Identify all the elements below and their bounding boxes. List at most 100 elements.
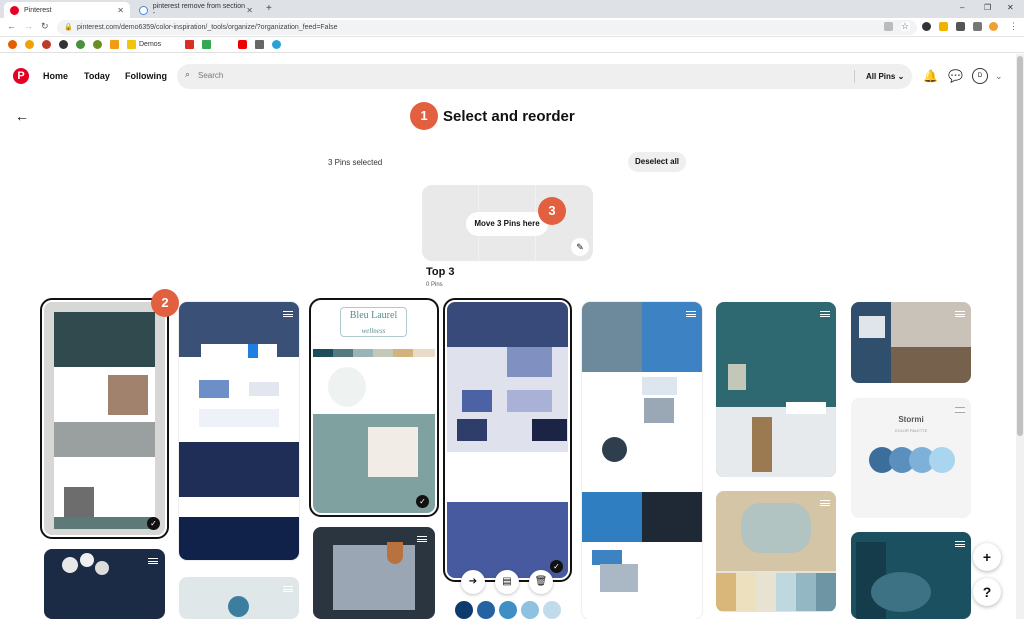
menu-icon[interactable] [283,586,293,592]
pin-card[interactable] [851,532,971,619]
pin-card[interactable]: Bleu Laurel wellness ✓ [309,298,439,517]
search-icon: ⌕ [185,69,191,79]
check-icon: ✓ [416,495,429,508]
avatar[interactable]: D [972,68,988,84]
folder-icon[interactable] [127,40,136,49]
extension-icon[interactable] [956,22,965,31]
pencil-icon[interactable]: ✎ [571,238,589,256]
extension-icon[interactable] [922,22,931,31]
browser-tab-strip: Pinterest ✕ pinterest remove from sectio… [0,0,1024,18]
bookmark-icon[interactable] [272,40,281,49]
bell-icon[interactable]: 🔔 [923,69,938,83]
scrollbar-thumb[interactable] [1017,56,1023,436]
tab-label: pinterest remove from section - [152,3,245,17]
pin-card[interactable] [447,593,568,619]
pin-card[interactable] [313,527,435,619]
google-favicon-icon [139,5,148,15]
menu-icon[interactable] [417,536,427,542]
gmail-icon[interactable] [185,40,194,49]
pin-card[interactable] [851,302,971,383]
divider [854,70,855,83]
pin-card[interactable]: ✓ [443,298,572,582]
menu-icon[interactable] [955,541,965,547]
extension-icon[interactable] [939,22,948,31]
menu-icon[interactable] [148,558,158,564]
reload-icon[interactable]: ↻ [41,21,49,32]
url-field[interactable]: 🔒 pinterest.com/demo6359/color-inspirati… [57,20,917,35]
bookmark-icon[interactable] [42,40,51,49]
pin-subtitle: COLOR PALETTE [894,428,928,433]
pin-card[interactable]: Stormi COLOR PALETTE [851,398,971,518]
bookmark-icon[interactable] [110,40,119,49]
bookmark-icon[interactable] [76,40,85,49]
menu-icon[interactable] [686,311,696,317]
pin-card[interactable] [716,302,836,477]
board-pin-count: 0 Pins [426,282,443,288]
menu-icon[interactable] [955,311,965,317]
pin-card[interactable] [582,302,702,619]
cast-icon[interactable] [884,22,893,31]
code-icon[interactable] [255,40,264,49]
menu-icon[interactable] [283,311,293,317]
page-title: Select and reorder [443,108,575,125]
trash-icon[interactable]: 🗑 [529,570,553,594]
move-pins-button[interactable]: Move 3 Pins here [466,212,548,236]
step-marker: 3 [538,197,566,225]
bookmark-folder-demos[interactable]: Demos [139,41,161,48]
tab-google-search[interactable]: pinterest remove from section - ✕ [133,2,259,18]
menu-icon[interactable] [820,500,830,506]
close-tab-icon[interactable]: ✕ [117,6,124,15]
all-pins-dropdown[interactable]: All Pins ⌄ [866,72,904,81]
logo-subtext: wellness [361,327,386,335]
nav-following[interactable]: Following [125,71,167,81]
url-text: pinterest.com/demo6359/color-inspiration… [77,24,338,31]
tab-label: Pinterest [24,6,52,14]
forward-arrow-icon[interactable]: → [24,21,33,31]
more-menu-icon[interactable]: ⋮ [1009,21,1018,32]
board-name: Top 3 [426,266,455,278]
move-to-section-icon[interactable]: ➔ [461,570,485,594]
nav-home[interactable]: Home [43,71,68,81]
restore-icon[interactable]: ❐ [984,3,991,12]
messages-icon[interactable]: 💬 [948,69,963,83]
menu-icon[interactable] [820,311,830,317]
pin-card[interactable] [179,577,299,619]
pin-card[interactable] [716,491,836,612]
tab-pinterest[interactable]: Pinterest ✕ [4,2,130,18]
bookmark-icon[interactable] [59,40,68,49]
search-bar[interactable]: ⌕ Search All Pins ⌄ [177,64,912,89]
star-icon[interactable]: ☆ [901,22,910,31]
menu-icon[interactable] [955,407,965,413]
back-arrow-icon[interactable]: ← [15,108,29,124]
profile-icon[interactable] [989,22,998,31]
search-input[interactable]: Search [198,71,223,80]
drive-icon[interactable] [202,40,211,49]
check-icon: ✓ [550,560,563,573]
address-bar-row: ← → ↻ 🔒 pinterest.com/demo6359/color-ins… [0,18,1024,37]
scrollbar[interactable] [1016,54,1024,619]
chevron-down-icon[interactable]: ⌄ [995,71,1003,82]
step-marker: 1 [410,102,438,130]
back-arrow-icon[interactable]: ← [7,21,16,31]
pin-card[interactable] [179,302,299,560]
help-button[interactable]: ? [973,578,1001,606]
step-marker: 2 [151,289,179,317]
pinterest-logo-icon[interactable]: P [13,68,29,84]
pinterest-favicon-icon [10,5,19,15]
move-to-board-icon[interactable]: ▤ [495,570,519,594]
bookmark-icon[interactable] [8,40,17,49]
bookmark-icon[interactable] [25,40,34,49]
deselect-all-button[interactable]: Deselect all [628,152,686,172]
close-window-icon[interactable]: ✕ [1007,3,1014,12]
pin-card[interactable] [44,549,165,619]
pin-card[interactable]: ✓ [40,298,169,539]
lock-icon: 🔒 [64,24,73,31]
bookmark-icon[interactable] [93,40,102,49]
minimize-icon[interactable]: – [960,3,964,12]
add-pin-button[interactable]: + [973,543,1001,571]
new-tab-icon[interactable]: + [266,3,272,14]
nav-today[interactable]: Today [84,71,110,81]
close-tab-icon[interactable]: ✕ [246,6,253,15]
youtube-icon[interactable] [238,40,247,49]
puzzle-icon[interactable] [973,22,982,31]
